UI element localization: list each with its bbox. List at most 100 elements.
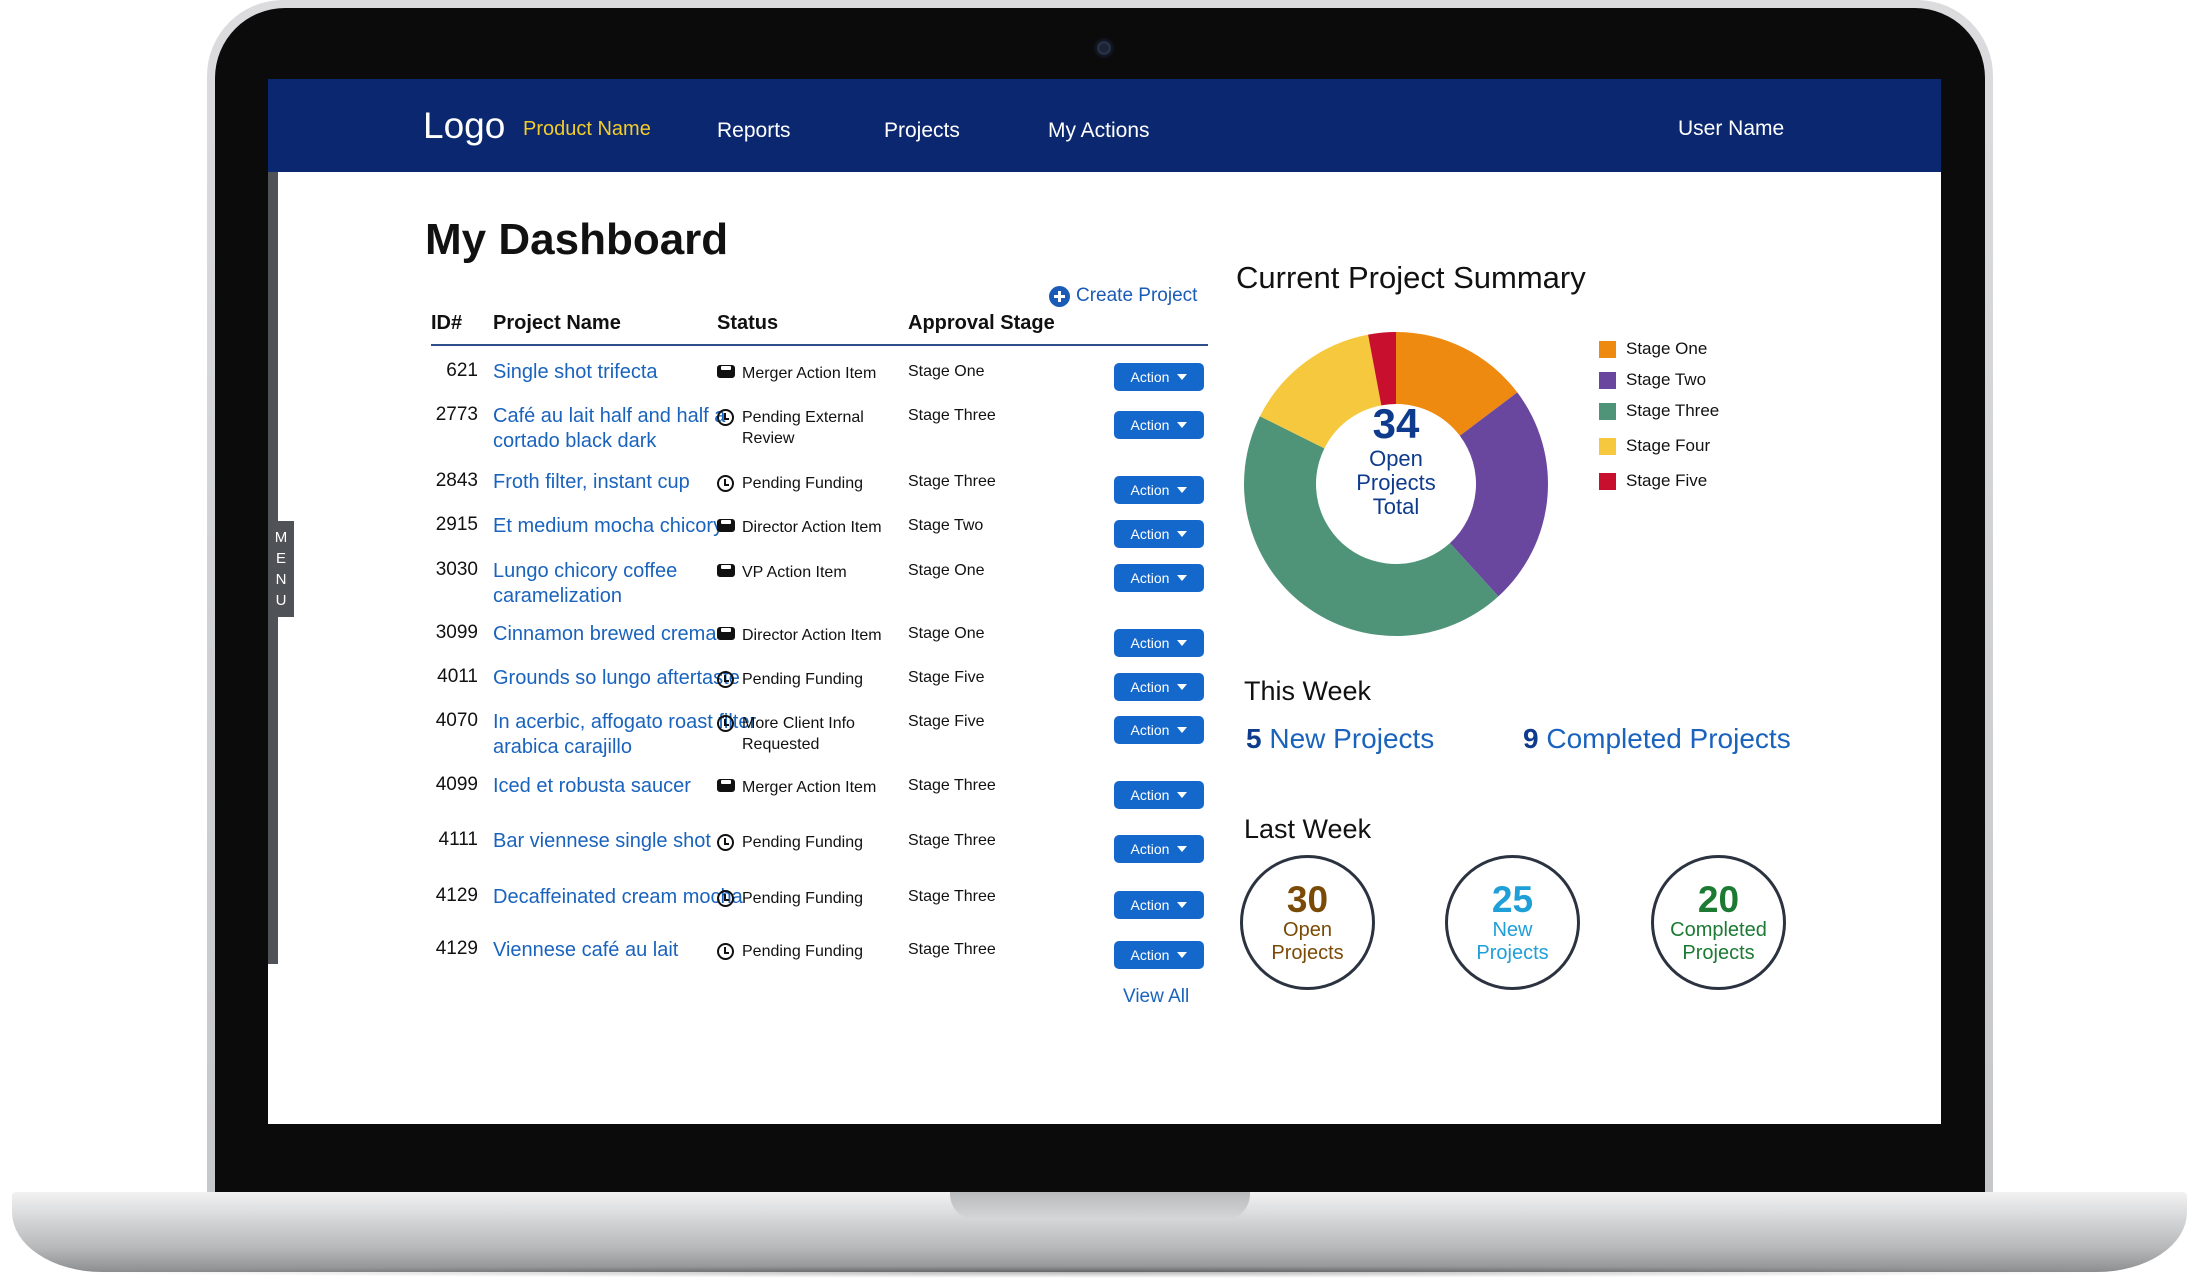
create-project-label: Create Project: [1076, 285, 1198, 306]
status-text: Pending Funding: [742, 475, 863, 492]
approval-stage: Stage One: [908, 562, 985, 579]
status-cell: More Client Info Requested: [717, 713, 907, 755]
view-all-link[interactable]: View All: [1123, 986, 1189, 1008]
action-dropdown-button[interactable]: Action: [1114, 835, 1204, 863]
laptop-shadow: [60, 1266, 2140, 1278]
nav-my-actions[interactable]: My Actions: [1048, 119, 1150, 143]
donut-center-total: 34 Open Projects Total: [1303, 401, 1489, 519]
camera-icon: [1094, 38, 1114, 58]
inbox-icon: [717, 779, 735, 792]
action-label: Action: [1130, 897, 1170, 913]
status-cell: Pending External Review: [717, 407, 907, 449]
new-projects-count: 5: [1246, 723, 1262, 754]
status-text: VP Action Item: [742, 564, 847, 581]
circle-label: Open: [1283, 918, 1332, 941]
column-status[interactable]: Status: [717, 312, 778, 335]
caret-down-icon: [1177, 575, 1188, 581]
top-navigation-bar: Logo Product Name Reports Projects My Ac…: [268, 79, 1941, 172]
action-label: Action: [1130, 570, 1170, 586]
action-label: Action: [1130, 526, 1170, 542]
last-week-title: Last Week: [1244, 814, 1372, 844]
open-projects-circle[interactable]: 30 Open Projects: [1240, 855, 1375, 990]
caret-down-icon: [1177, 846, 1188, 852]
approval-stage: Stage Five: [908, 669, 985, 686]
circle-label: Projects: [1271, 941, 1344, 964]
inbox-icon: [717, 564, 735, 577]
project-id: 621: [446, 360, 478, 381]
action-dropdown-button[interactable]: Action: [1114, 891, 1204, 919]
approval-stage: Stage Three: [908, 832, 996, 849]
action-dropdown-button[interactable]: Action: [1114, 629, 1204, 657]
action-dropdown-button[interactable]: Action: [1114, 564, 1204, 592]
column-id[interactable]: ID#: [431, 312, 462, 335]
legend-item: Stage Two: [1599, 370, 1706, 390]
action-label: Action: [1130, 947, 1170, 963]
clock-icon: [717, 943, 734, 960]
logo[interactable]: Logo: [423, 105, 505, 147]
create-project-link[interactable]: Create Project: [1049, 285, 1197, 307]
clock-icon: [717, 671, 734, 688]
column-project-name[interactable]: Project Name: [493, 312, 621, 335]
circle-value: 30: [1286, 878, 1329, 920]
inbox-icon: [717, 519, 735, 532]
action-dropdown-button[interactable]: Action: [1114, 781, 1204, 809]
status-cell: Pending Funding: [717, 888, 907, 909]
legend-swatch: [1599, 472, 1616, 490]
action-dropdown-button[interactable]: Action: [1114, 411, 1204, 439]
legend-item: Stage Five: [1599, 471, 1707, 491]
status-text: Director Action Item: [742, 519, 882, 536]
total-label-line: Open: [1369, 446, 1423, 471]
nav-projects[interactable]: Projects: [884, 119, 960, 143]
action-dropdown-button[interactable]: Action: [1114, 363, 1204, 391]
nav-reports[interactable]: Reports: [717, 119, 791, 143]
product-name[interactable]: Product Name: [523, 118, 651, 141]
action-dropdown-button[interactable]: Action: [1114, 716, 1204, 744]
laptop-notch: [950, 1192, 1250, 1220]
new-projects-label: New Projects: [1269, 723, 1435, 754]
status-text: Pending Funding: [742, 943, 863, 960]
project-id: 4129: [435, 938, 478, 959]
status-text: Director Action Item: [742, 627, 882, 644]
status-cell: Pending Funding: [717, 669, 907, 690]
action-dropdown-button[interactable]: Action: [1114, 476, 1204, 504]
circle-label: Projects: [1476, 941, 1549, 964]
legend-swatch: [1599, 437, 1616, 455]
completed-projects-stat[interactable]: 9 Completed Projects: [1523, 723, 1791, 755]
action-label: Action: [1130, 635, 1170, 651]
total-count: 34: [1372, 400, 1420, 447]
action-label: Action: [1130, 841, 1170, 857]
action-dropdown-button[interactable]: Action: [1114, 673, 1204, 701]
action-dropdown-button[interactable]: Action: [1114, 520, 1204, 548]
action-label: Action: [1130, 679, 1170, 695]
caret-down-icon: [1177, 902, 1188, 908]
project-id: 4011: [437, 666, 478, 687]
status-cell: VP Action Item: [717, 562, 907, 583]
new-projects-circle[interactable]: 25 New Projects: [1445, 855, 1580, 990]
new-projects-stat[interactable]: 5 New Projects: [1246, 723, 1434, 755]
caret-down-icon: [1177, 531, 1188, 537]
clock-icon: [717, 409, 734, 426]
legend-label: Stage Three: [1626, 401, 1720, 420]
caret-down-icon: [1177, 640, 1188, 646]
caret-down-icon: [1177, 952, 1188, 958]
completed-projects-circle[interactable]: 20 Completed Projects: [1651, 855, 1786, 990]
legend-swatch: [1599, 402, 1616, 420]
caret-down-icon: [1177, 374, 1188, 380]
column-approval-stage[interactable]: Approval Stage: [908, 312, 1055, 335]
clock-icon: [717, 834, 734, 851]
circle-label: New: [1492, 918, 1533, 941]
menu-toggle[interactable]: M E N U: [268, 521, 294, 617]
action-dropdown-button[interactable]: Action: [1114, 941, 1204, 969]
screen: Logo Product Name Reports Projects My Ac…: [268, 79, 1941, 1124]
action-label: Action: [1130, 787, 1170, 803]
menu-letter: E: [275, 550, 286, 567]
user-menu[interactable]: User Name: [1678, 117, 1784, 141]
project-id: 4099: [435, 774, 478, 795]
action-label: Action: [1130, 482, 1170, 498]
project-id: 4070: [435, 710, 478, 731]
approval-stage: Stage One: [908, 363, 985, 380]
menu-letter: M: [274, 529, 288, 546]
approval-stage: Stage Three: [908, 473, 996, 490]
circle-value: 20: [1697, 878, 1740, 920]
approval-stage: Stage Three: [908, 888, 996, 905]
